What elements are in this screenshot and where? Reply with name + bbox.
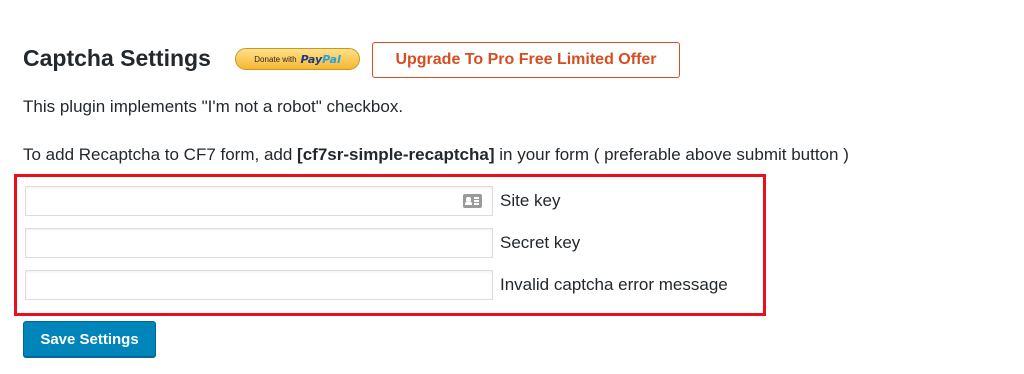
paypal-donate-button[interactable]: Donate with PayPal [235, 48, 360, 70]
shortcode-instructions: To add Recaptcha to CF7 form, add [cf7sr… [23, 145, 849, 165]
save-settings-button[interactable]: Save Settings [23, 321, 156, 357]
site-key-field[interactable] [25, 186, 493, 216]
paypal-logo: PayPal [301, 53, 341, 66]
error-message-label: Invalid captcha error message [500, 275, 728, 294]
shortcode-text: [cf7sr-simple-recaptcha] [297, 145, 495, 164]
secret-key-field[interactable] [25, 228, 493, 258]
secret-key-input[interactable] [26, 229, 492, 257]
site-key-input[interactable] [26, 187, 492, 215]
donate-label: Donate with [254, 54, 297, 64]
instructions-suffix: in your form ( preferable above submit b… [494, 145, 849, 164]
upgrade-pro-button[interactable]: Upgrade To Pro Free Limited Offer [372, 42, 680, 78]
contact-card-icon[interactable] [463, 194, 482, 208]
error-message-field[interactable] [25, 270, 493, 300]
site-key-label: Site key [500, 191, 561, 210]
plugin-description: This plugin implements "I'm not a robot"… [23, 97, 404, 116]
instructions-prefix: To add Recaptcha to CF7 form, add [23, 145, 298, 164]
page-title: Captcha Settings [23, 45, 211, 71]
paypal-logo-pay: Pay [300, 52, 323, 66]
paypal-logo-pal: Pal [322, 52, 341, 66]
secret-key-label: Secret key [500, 233, 581, 252]
error-message-input[interactable] [26, 271, 492, 299]
